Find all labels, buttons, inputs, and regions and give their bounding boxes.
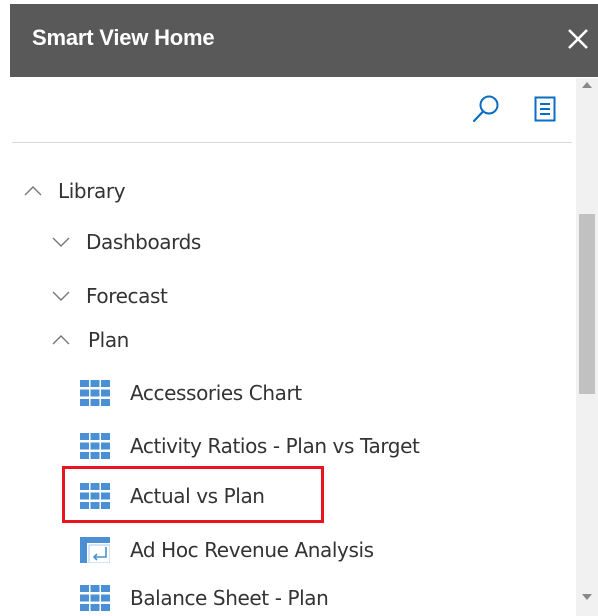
tree-item-ad-hoc-revenue-analysis[interactable]: Ad Hoc Revenue Analysis xyxy=(80,530,374,570)
adhoc-grid-icon xyxy=(80,537,110,563)
scroll-up-arrow-icon[interactable] xyxy=(582,82,592,88)
tree-node-library[interactable]: Library xyxy=(24,171,126,211)
tree-node-label: Library xyxy=(58,179,126,203)
scroll-thumb[interactable] xyxy=(579,214,595,394)
panel-header: Smart View Home xyxy=(10,4,598,77)
tree-item-label: Balance Sheet - Plan xyxy=(130,586,329,610)
tree-item-label: Actual vs Plan xyxy=(130,484,265,508)
form-grid-icon xyxy=(80,585,110,611)
tree-item-accessories-chart[interactable]: Accessories Chart xyxy=(80,373,302,413)
tree-node-label: Plan xyxy=(88,328,129,352)
form-grid-icon xyxy=(80,380,110,406)
tree-item-label: Accessories Chart xyxy=(130,381,302,405)
tree-node-label: Dashboards xyxy=(86,230,201,254)
tree-node-dashboards[interactable]: Dashboards xyxy=(52,222,201,262)
tree-item-actual-vs-plan[interactable]: Actual vs Plan xyxy=(80,476,265,516)
toolbar xyxy=(10,78,574,144)
scroll-down-arrow-icon[interactable] xyxy=(582,594,592,600)
chevron-down-icon xyxy=(52,237,70,247)
tree-item-label: Activity Ratios - Plan vs Target xyxy=(130,434,420,458)
chevron-up-icon xyxy=(24,186,42,196)
tree-node-forecast[interactable]: Forecast xyxy=(52,276,168,316)
close-icon[interactable] xyxy=(564,25,592,53)
tree-item-balance-sheet-plan[interactable]: Balance Sheet - Plan xyxy=(80,578,329,616)
list-view-icon[interactable] xyxy=(534,96,556,122)
vertical-scrollbar[interactable] xyxy=(576,78,598,616)
form-grid-icon xyxy=(80,433,110,459)
tree-node-plan[interactable]: Plan xyxy=(52,320,129,360)
panel-title: Smart View Home xyxy=(32,25,215,50)
form-grid-icon xyxy=(80,483,110,509)
tree-node-label: Forecast xyxy=(86,284,168,308)
tree-item-label: Ad Hoc Revenue Analysis xyxy=(130,538,374,562)
search-icon[interactable] xyxy=(470,93,502,125)
chevron-up-icon xyxy=(52,335,70,345)
chevron-down-icon xyxy=(52,291,70,301)
tree-item-activity-ratios[interactable]: Activity Ratios - Plan vs Target xyxy=(80,426,420,466)
toolbar-divider xyxy=(12,142,572,143)
